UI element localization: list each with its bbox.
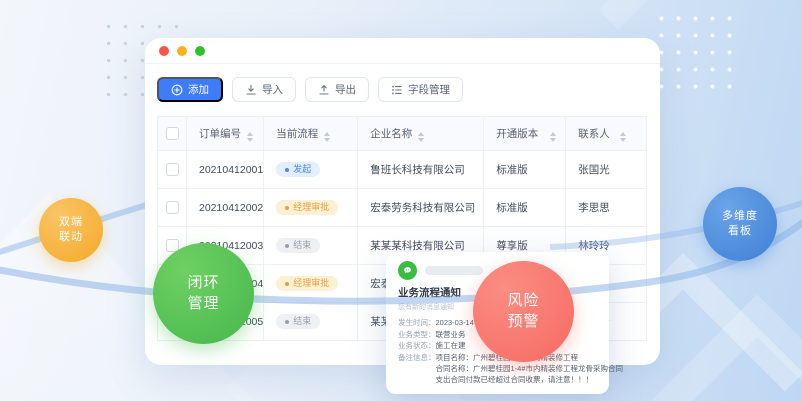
table-row: 20210412002 经理审批 宏泰劳务科技有限公司 标准版 李思思 xyxy=(158,189,647,227)
sort-icon[interactable] xyxy=(620,132,626,142)
process-cell: 结束 xyxy=(264,303,358,341)
field-label: 发生时间： xyxy=(398,317,436,329)
column-header-version[interactable]: 开通版本 xyxy=(484,117,566,151)
marketing-scene: 添加 导入 导出 字段管理 xyxy=(0,0,802,401)
sort-icon[interactable] xyxy=(550,132,556,142)
field-management-button[interactable]: 字段管理 xyxy=(378,77,463,102)
export-button-label: 导出 xyxy=(335,82,356,97)
column-header-company[interactable]: 企业名称 xyxy=(358,117,484,151)
export-button[interactable]: 导出 xyxy=(305,77,369,102)
status-badge-label: 结束 xyxy=(293,241,311,250)
status-badge: 发起 xyxy=(276,162,320,177)
dot-grid-decoration xyxy=(653,10,743,90)
sort-icon[interactable] xyxy=(247,132,253,142)
company-cell: 宏泰劳务科技有限公司 xyxy=(358,189,484,227)
feature-badge-dual-linkage: 双端 联动 xyxy=(39,198,103,262)
import-button[interactable]: 导入 xyxy=(232,77,296,102)
badge-line: 管理 xyxy=(187,294,219,314)
list-icon xyxy=(391,84,403,96)
badge-line: 风险 xyxy=(507,291,539,311)
process-cell: 结束 xyxy=(264,227,358,265)
feature-badge-closed-loop: 闭环 管理 xyxy=(153,243,254,344)
field-label: 业务状态： xyxy=(398,340,436,352)
badge-line: 多维度 xyxy=(722,209,758,224)
row-checkbox[interactable] xyxy=(166,163,179,176)
plus-circle-icon xyxy=(171,84,183,96)
minimize-window-icon[interactable] xyxy=(177,46,187,56)
status-badge: 经理审批 xyxy=(276,200,338,215)
export-icon xyxy=(318,84,330,96)
column-header-label: 联系人 xyxy=(578,128,610,140)
badge-line: 联动 xyxy=(59,230,83,245)
process-cell: 发起 xyxy=(264,151,358,189)
order-no-cell: 20210412002 xyxy=(187,189,264,227)
placeholder-bar xyxy=(425,266,483,275)
sort-icon[interactable] xyxy=(418,132,424,142)
field-label: 备注信息： xyxy=(398,352,436,385)
column-header-label: 当前流程 xyxy=(276,128,318,140)
toolbar: 添加 导入 导出 字段管理 xyxy=(157,77,463,102)
field-management-button-label: 字段管理 xyxy=(408,82,450,97)
badge-line: 双端 xyxy=(59,215,83,230)
field-label: 业务类型： xyxy=(398,329,436,341)
column-header-contact[interactable]: 联系人 xyxy=(566,117,647,151)
process-cell: 经理审批 xyxy=(264,189,358,227)
contact-cell: 李思思 xyxy=(566,189,647,227)
import-button-label: 导入 xyxy=(262,82,283,97)
table-row: 20210412001 发起 鲁班长科技有限公司 标准版 张国光 xyxy=(158,151,647,189)
column-header-process[interactable]: 当前流程 xyxy=(264,117,358,151)
table-header-row: 订单编号 当前流程 企业名称 开通版本 联系人 xyxy=(158,117,647,151)
status-badge: 经理审批 xyxy=(276,276,338,291)
process-cell: 经理审批 xyxy=(264,265,358,303)
add-button[interactable]: 添加 xyxy=(157,77,223,102)
column-header-label: 订单编号 xyxy=(199,128,241,140)
close-window-icon[interactable] xyxy=(159,46,169,56)
select-all-checkbox[interactable] xyxy=(166,127,179,140)
badge-line: 看板 xyxy=(728,224,752,239)
status-badge-label: 经理审批 xyxy=(293,279,329,288)
status-badge-label: 经理审批 xyxy=(293,203,329,212)
badge-line: 闭环 xyxy=(187,273,219,293)
window-titlebar xyxy=(145,38,660,64)
column-header-label: 企业名称 xyxy=(370,128,412,140)
company-cell: 鲁班长科技有限公司 xyxy=(358,151,484,189)
feature-badge-multi-dashboard: 多维度 看板 xyxy=(703,187,777,261)
row-checkbox[interactable] xyxy=(166,201,179,214)
status-badge-label: 发起 xyxy=(293,165,311,174)
order-no-cell: 20210412001 xyxy=(187,151,264,189)
remark-line: 支出合同付款已经超过合同收票，请注意！！！ xyxy=(436,374,624,385)
version-cell: 标准版 xyxy=(484,189,566,227)
contact-cell: 张国光 xyxy=(566,151,647,189)
version-cell: 标准版 xyxy=(484,151,566,189)
remark-line: 合同名称：广州碧桂园1-4#市内精装修工程龙骨采购合同 xyxy=(436,363,624,374)
status-badge-label: 结束 xyxy=(293,317,311,326)
badge-line: 预警 xyxy=(507,312,539,332)
sort-icon[interactable] xyxy=(324,132,330,142)
field-value: 施工在建 xyxy=(436,340,466,352)
import-icon xyxy=(245,84,257,96)
status-badge: 结束 xyxy=(276,314,320,329)
column-header-label: 开通版本 xyxy=(496,128,538,140)
feature-badge-risk-warning: 风险 预警 xyxy=(473,261,574,362)
zoom-window-icon[interactable] xyxy=(195,46,205,56)
add-button-label: 添加 xyxy=(188,82,209,97)
column-header-order-no[interactable]: 订单编号 xyxy=(187,117,264,151)
status-badge: 结束 xyxy=(276,238,320,253)
field-row-remark: 备注信息： 项目名称：广州碧桂园1-4#市内精装修工程 合同名称：广州碧桂园1-… xyxy=(398,352,598,385)
field-value: 联营业务 xyxy=(436,329,466,341)
chat-bubble-icon xyxy=(398,261,417,280)
